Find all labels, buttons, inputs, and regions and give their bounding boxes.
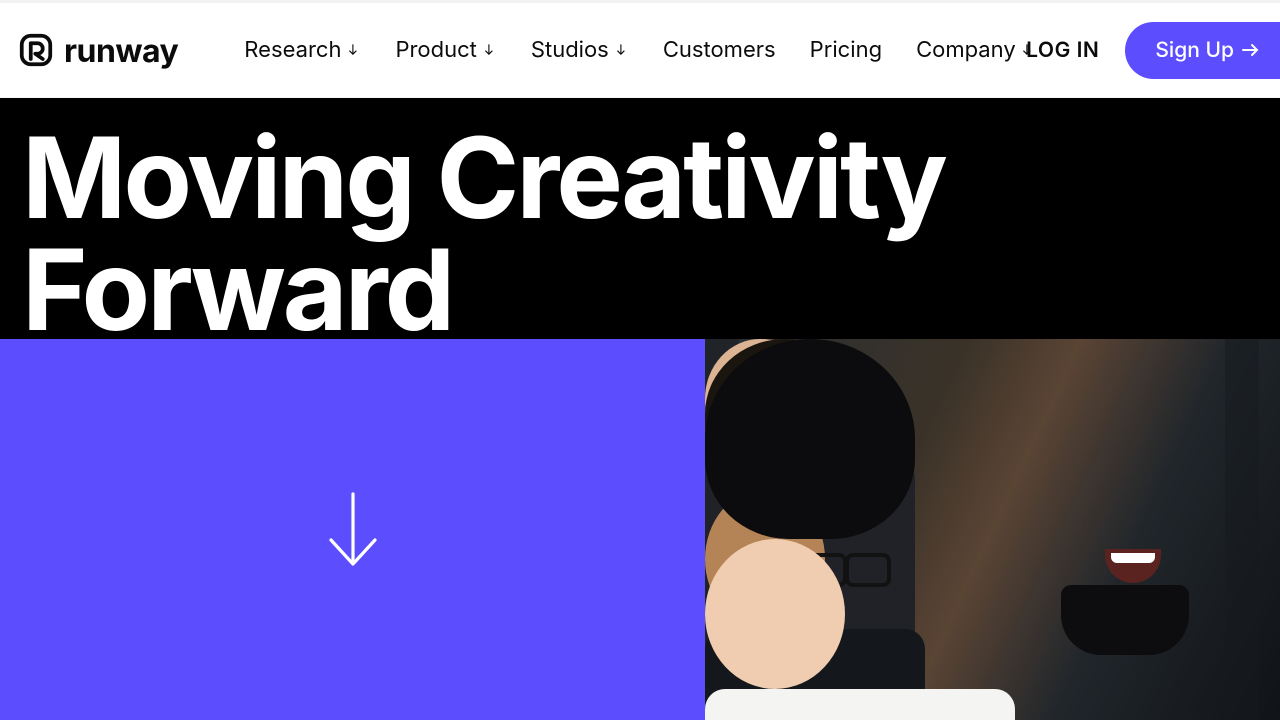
signup-label: Sign Up <box>1155 38 1234 63</box>
hero-headline: Moving Creativity Forward <box>22 122 1258 346</box>
nav-label: Research <box>244 37 341 63</box>
nav-product[interactable]: Product <box>395 37 496 63</box>
nav-studios[interactable]: Studios <box>531 37 629 63</box>
chevron-down-icon <box>347 43 361 57</box>
scroll-down-panel[interactable] <box>0 339 705 720</box>
logo-text: runway <box>64 31 178 70</box>
top-nav: runway Research Product Studios Customer… <box>0 0 1280 98</box>
nav-label: Product <box>395 37 476 63</box>
nav-customers[interactable]: Customers <box>663 37 776 63</box>
nav-label: Company <box>916 37 1016 63</box>
nav-research[interactable]: Research <box>244 37 361 63</box>
hero: Moving Creativity Forward <box>0 98 1280 339</box>
chevron-down-icon <box>1022 43 1036 57</box>
nav-label: Studios <box>531 37 609 63</box>
chevron-down-icon <box>483 43 497 57</box>
login-link[interactable]: LOG IN <box>1026 38 1099 63</box>
person-illustration <box>705 339 1015 720</box>
nav-right: LOG IN Sign Up <box>1026 22 1280 79</box>
hero-split <box>0 339 1280 720</box>
nav-pricing[interactable]: Pricing <box>810 37 882 63</box>
nav-label: Customers <box>663 37 776 63</box>
primary-nav: Research Product Studios Customers Prici… <box>244 37 1035 63</box>
arrow-down-icon <box>323 490 383 570</box>
chevron-down-icon <box>615 43 629 57</box>
signup-button[interactable]: Sign Up <box>1125 22 1280 79</box>
logo[interactable]: runway <box>18 31 178 70</box>
nav-company[interactable]: Company <box>916 37 1036 63</box>
nav-label: Pricing <box>810 37 882 63</box>
logo-mark-icon <box>18 32 54 68</box>
arrow-right-icon <box>1242 43 1260 57</box>
team-photo <box>705 339 1280 720</box>
window-frame <box>1225 339 1259 720</box>
